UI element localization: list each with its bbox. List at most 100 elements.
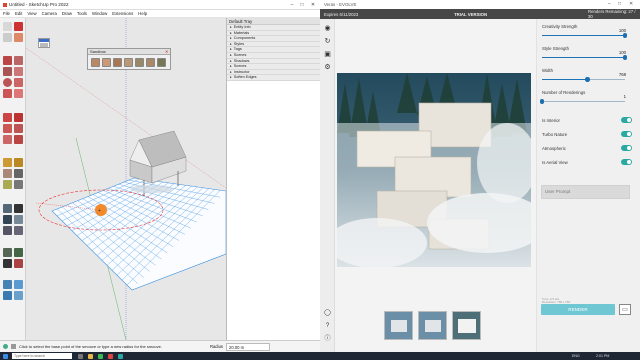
drape-tool-icon[interactable] bbox=[135, 58, 144, 67]
veras-taskbar-icon[interactable] bbox=[118, 353, 123, 359]
add-detail-icon[interactable] bbox=[146, 58, 155, 67]
3d-text-icon[interactable] bbox=[14, 180, 23, 189]
select-tool-icon[interactable] bbox=[3, 22, 12, 31]
render-thumbnail-2[interactable] bbox=[418, 311, 447, 340]
veras-maximize-icon[interactable]: □ bbox=[618, 1, 621, 7]
slider-knob[interactable] bbox=[585, 77, 590, 82]
tray-panel-soften-edges[interactable]: ▸ Soften Edges bbox=[227, 75, 320, 81]
task-view-icon[interactable] bbox=[78, 353, 83, 359]
slider-knob[interactable] bbox=[622, 55, 628, 60]
freehand-tool-icon[interactable] bbox=[14, 56, 23, 65]
minimize-icon[interactable]: – bbox=[287, 1, 297, 9]
taskbar-clock[interactable]: 2:01 PM bbox=[596, 354, 609, 358]
render-button[interactable]: RENDER bbox=[541, 304, 615, 315]
move-tool-icon[interactable] bbox=[3, 113, 12, 122]
user-prompt-input[interactable]: User Prompt bbox=[541, 185, 630, 199]
from-scratch-icon[interactable] bbox=[102, 58, 111, 67]
smoove-tool-icon[interactable] bbox=[113, 58, 122, 67]
width-slider[interactable] bbox=[542, 77, 625, 82]
follow-me-icon[interactable] bbox=[14, 124, 23, 133]
menu-tools[interactable]: Tools bbox=[77, 11, 87, 16]
arc-tool-icon[interactable] bbox=[3, 89, 12, 98]
zoom-extents-icon[interactable] bbox=[3, 226, 12, 235]
scale-tool-icon[interactable] bbox=[3, 135, 12, 144]
taskbar-search-box[interactable]: Type here to search bbox=[12, 353, 72, 359]
lasso-tool-icon[interactable] bbox=[3, 33, 12, 42]
veras-minimize-icon[interactable]: – bbox=[608, 1, 611, 7]
file-explorer-icon[interactable] bbox=[88, 353, 93, 359]
walk-tool-icon[interactable] bbox=[14, 248, 23, 257]
settings-icon[interactable]: ⚙ bbox=[323, 63, 332, 72]
rotated-rectangle-icon[interactable] bbox=[14, 67, 23, 76]
protractor-icon[interactable] bbox=[3, 169, 12, 178]
pie-tool-icon[interactable] bbox=[14, 89, 23, 98]
zoom-window-icon[interactable] bbox=[14, 215, 23, 224]
style-strength-slider[interactable] bbox=[542, 55, 628, 60]
offset-tool-icon[interactable] bbox=[14, 135, 23, 144]
menu-window[interactable]: Window bbox=[92, 11, 107, 16]
smoove-icon[interactable] bbox=[3, 291, 12, 300]
axes-tool-icon[interactable] bbox=[3, 180, 12, 189]
sketchup-taskbar-icon[interactable] bbox=[108, 353, 113, 359]
look-around-icon[interactable] bbox=[3, 259, 12, 268]
chrome-icon[interactable] bbox=[98, 353, 103, 359]
circle-tool-icon[interactable] bbox=[3, 78, 12, 87]
refresh-icon[interactable]: ↻ bbox=[323, 37, 332, 46]
polygon-tool-icon[interactable] bbox=[14, 78, 23, 87]
menu-extensions[interactable]: Extensions bbox=[112, 11, 133, 16]
slider-knob[interactable] bbox=[622, 33, 628, 38]
sandbox-close-icon[interactable]: ✕ bbox=[165, 49, 168, 54]
position-camera-icon[interactable] bbox=[3, 248, 12, 257]
stamp-icon[interactable] bbox=[14, 291, 23, 300]
language-indicator[interactable]: ENG bbox=[572, 354, 580, 358]
is-interior-toggle[interactable] bbox=[621, 117, 632, 123]
creativity-strength-slider[interactable] bbox=[542, 33, 628, 38]
rotate-tool-icon[interactable] bbox=[3, 124, 12, 133]
measurements-input[interactable]: 20.00 m bbox=[226, 342, 270, 351]
rectangle-tool-icon[interactable] bbox=[3, 67, 12, 76]
menu-camera[interactable]: Camera bbox=[42, 11, 57, 16]
paint-bucket-icon[interactable] bbox=[14, 33, 23, 42]
render-thumbnail-1[interactable] bbox=[384, 311, 413, 340]
render-thumbnail-3[interactable] bbox=[452, 311, 481, 340]
menu-help[interactable]: Help bbox=[138, 11, 147, 16]
zoom-tool-icon[interactable] bbox=[3, 215, 12, 224]
veras-close-icon[interactable]: ✕ bbox=[629, 1, 633, 7]
menu-edit[interactable]: Edit bbox=[15, 11, 22, 16]
section-plane-icon[interactable] bbox=[14, 259, 23, 268]
open-folder-icon[interactable]: ▭ bbox=[619, 304, 631, 315]
sandbox-scratch-icon[interactable] bbox=[14, 280, 23, 289]
is-aerial-view-toggle[interactable] bbox=[621, 159, 632, 165]
orbit-tool-icon[interactable] bbox=[3, 204, 12, 213]
save-icon[interactable]: ▣ bbox=[323, 50, 332, 59]
push-pull-icon[interactable] bbox=[14, 113, 23, 122]
style-strength-label: Style Strength bbox=[542, 46, 569, 51]
text-tool-icon[interactable] bbox=[14, 169, 23, 178]
menu-file[interactable]: File bbox=[3, 11, 10, 16]
from-contours-icon[interactable] bbox=[91, 58, 100, 67]
close-icon[interactable]: ✕ bbox=[308, 1, 318, 9]
maximize-icon[interactable]: □ bbox=[297, 1, 307, 9]
info-icon[interactable]: ⓘ bbox=[323, 335, 332, 344]
flip-edge-icon[interactable] bbox=[157, 58, 166, 67]
mini-toolbar-icon[interactable] bbox=[40, 43, 48, 47]
dimension-tool-icon[interactable] bbox=[14, 158, 23, 167]
settings-panel: Creativity Strength 100 Style Strength 1… bbox=[536, 19, 640, 352]
number-of-renderings-slider[interactable] bbox=[539, 99, 625, 104]
sandbox-contours-icon[interactable] bbox=[3, 280, 12, 289]
turbo-nature-toggle[interactable] bbox=[621, 131, 632, 137]
line-tool-icon[interactable] bbox=[3, 56, 12, 65]
eye-icon[interactable]: ◉ bbox=[323, 24, 332, 33]
eraser-tool-icon[interactable] bbox=[14, 22, 23, 31]
help-icon[interactable]: ? bbox=[323, 322, 332, 331]
menu-view[interactable]: View bbox=[27, 11, 36, 16]
tape-measure-icon[interactable] bbox=[3, 158, 12, 167]
windows-start-icon[interactable] bbox=[3, 353, 8, 359]
menu-draw[interactable]: Draw bbox=[62, 11, 72, 16]
pan-tool-icon[interactable] bbox=[14, 204, 23, 213]
atmospheric-toggle[interactable] bbox=[621, 145, 632, 151]
chat-icon[interactable]: ◯ bbox=[323, 309, 332, 318]
previous-view-icon[interactable] bbox=[14, 226, 23, 235]
slider-knob[interactable] bbox=[539, 99, 545, 104]
stamp-tool-icon[interactable] bbox=[124, 58, 133, 67]
